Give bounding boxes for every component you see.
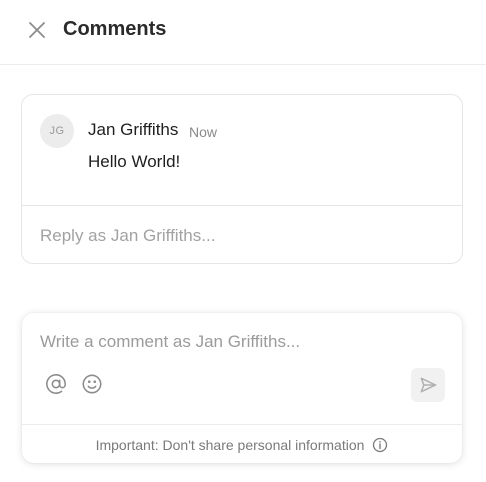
- comment-author: Jan Griffiths: [88, 120, 179, 139]
- avatar: JG: [40, 114, 74, 148]
- comment-body: Hello World!: [88, 152, 181, 171]
- send-icon: [420, 377, 437, 393]
- send-button[interactable]: [411, 368, 445, 402]
- privacy-notice-text: Important: Don't share personal informat…: [95, 437, 365, 453]
- info-icon[interactable]: [372, 437, 388, 453]
- comment-composer: Important: Don't share personal informat…: [22, 313, 462, 463]
- comments-panel: Comments JG Jan Griffiths Now Hello Worl…: [0, 0, 486, 482]
- panel-header: Comments: [0, 0, 486, 65]
- mention-button[interactable]: [44, 372, 68, 396]
- close-button[interactable]: [24, 17, 50, 43]
- at-sign-icon: [46, 374, 66, 394]
- emoji-icon: [82, 374, 102, 394]
- comment-thread: JG Jan Griffiths Now Hello World!: [21, 94, 463, 264]
- close-icon: [29, 22, 45, 38]
- panel-title: Comments: [63, 18, 167, 40]
- comment-input[interactable]: [40, 327, 444, 357]
- emoji-button[interactable]: [80, 372, 104, 396]
- reply-input[interactable]: [40, 222, 440, 250]
- divider: [22, 205, 462, 206]
- privacy-notice: Important: Don't share personal informat…: [22, 435, 462, 455]
- divider: [22, 424, 462, 425]
- comment-timestamp: Now: [189, 124, 218, 140]
